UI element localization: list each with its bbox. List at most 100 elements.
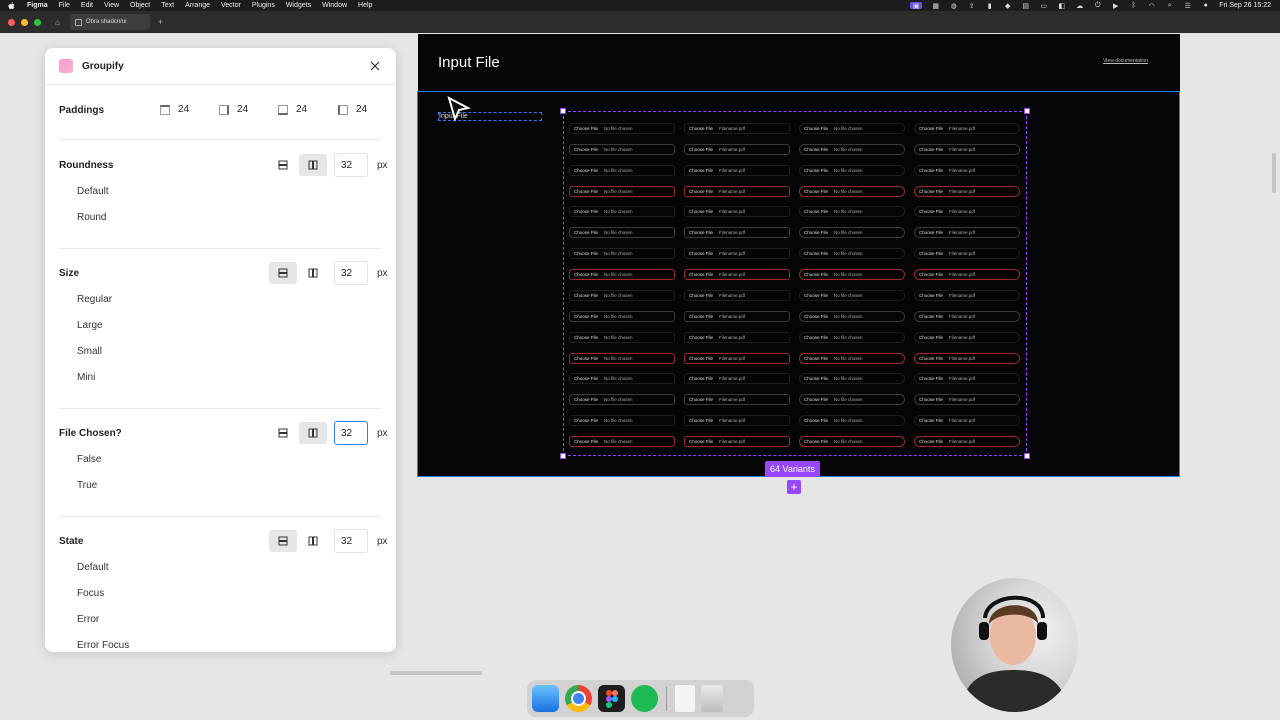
grid-icon[interactable]: ▦ [931,2,940,10]
input-file-variant[interactable]: Choose File Filename.pdf [684,227,790,239]
input-file-variant[interactable]: Choose File No file chosen [799,331,905,343]
siri-icon[interactable]: ● [1201,2,1210,9]
gap-input[interactable]: 32 [334,421,368,445]
option-item[interactable]: Error Focus [77,640,129,651]
layout-vertical-toggle[interactable] [269,422,297,444]
input-file-variant[interactable]: Choose File No file chosen [799,143,905,155]
home-icon[interactable]: ⌂ [55,18,60,27]
window-zoom-button[interactable] [34,18,41,26]
input-file-variant[interactable]: Choose File Filename.pdf [914,394,1020,406]
menu-object[interactable]: Object [130,2,150,9]
menu-window[interactable]: Window [322,2,347,9]
input-file-variant[interactable]: Choose File No file chosen [569,331,675,343]
add-variant-button[interactable]: + [787,480,801,494]
apple-icon[interactable] [8,1,18,10]
input-file-variant[interactable]: Choose File Filename.pdf [684,394,790,406]
option-item[interactable]: True [77,480,97,491]
layout-horizontal-toggle[interactable] [299,422,327,444]
menu-arrange[interactable]: Arrange [185,2,210,9]
menu-widgets[interactable]: Widgets [286,2,311,9]
input-file-variant[interactable]: Choose File No file chosen [799,185,905,197]
play-icon[interactable]: ▶ [1111,2,1120,10]
padding-left-value[interactable]: 24 [356,104,367,115]
input-file-variant[interactable]: Choose File Filename.pdf [684,143,790,155]
input-file-variant[interactable]: Choose File Filename.pdf [914,164,1020,176]
input-file-variant[interactable]: Choose File Filename.pdf [684,122,790,134]
screen-record-icon[interactable]: ▣ [910,2,923,10]
menu-file[interactable]: File [59,2,70,9]
finder-app-icon[interactable] [532,685,559,712]
lock-icon[interactable]: ▤ [1021,2,1030,10]
input-file-variant[interactable]: Choose File No file chosen [799,269,905,281]
resize-handle-top-left[interactable] [560,108,566,114]
layout-vertical-toggle[interactable] [269,530,297,552]
option-item[interactable]: Default [77,562,109,573]
input-file-variant[interactable]: Choose File No file chosen [799,227,905,239]
input-file-variant[interactable]: Choose File Filename.pdf [914,373,1020,385]
tab-file[interactable]: Obra shadcn/ui [69,14,150,30]
new-tab-button[interactable]: + [158,17,163,27]
input-file-variant[interactable]: Choose File Filename.pdf [914,436,1020,448]
menu-plugins[interactable]: Plugins [252,2,275,9]
input-file-variant[interactable]: Choose File No file chosen [569,352,675,364]
view-documentation-link[interactable]: View documentation [1103,58,1148,64]
input-file-variant[interactable]: Choose File Filename.pdf [914,269,1020,281]
option-item[interactable]: Mini [77,372,95,383]
input-file-variant[interactable]: Choose File Filename.pdf [684,415,790,427]
option-item[interactable]: Error [77,614,99,625]
menu-app-name[interactable]: Figma [27,2,48,9]
share-icon[interactable]: ⇪ [967,2,976,10]
input-file-variant[interactable]: Choose File No file chosen [569,310,675,322]
input-file-variant[interactable]: Choose File No file chosen [569,289,675,301]
input-file-variant[interactable]: Choose File No file chosen [569,394,675,406]
monitor-icon[interactable]: ▭ [1039,2,1048,10]
input-file-variant[interactable]: Choose File No file chosen [569,164,675,176]
bluetooth-icon[interactable]: ᛒ [1129,2,1138,9]
resize-handle-bottom-right[interactable] [1024,453,1030,459]
input-file-variant[interactable]: Choose File No file chosen [569,206,675,218]
input-file-variant[interactable]: Choose File No file chosen [799,373,905,385]
option-item[interactable]: Large [77,320,103,331]
input-file-variant[interactable]: Choose File Filename.pdf [914,310,1020,322]
gap-input[interactable]: 32 [334,261,368,285]
close-plugin-button[interactable] [368,59,382,73]
input-file-variant[interactable]: Choose File No file chosen [799,122,905,134]
input-file-frame[interactable]: Input File View documentation Input File… [417,34,1180,477]
input-file-variant[interactable]: Choose File Filename.pdf [914,206,1020,218]
input-file-variant[interactable]: Choose File No file chosen [799,164,905,176]
input-file-variant[interactable]: Choose File Filename.pdf [684,289,790,301]
padding-left-field[interactable]: 24 [338,104,367,115]
padding-bottom-field[interactable]: 24 [278,104,307,115]
window-minimize-button[interactable] [21,18,28,26]
menu-vector[interactable]: Vector [221,2,241,9]
input-file-variant[interactable]: Choose File Filename.pdf [914,289,1020,301]
option-item[interactable]: Focus [77,588,104,599]
input-file-variant[interactable]: Choose File No file chosen [569,269,675,281]
input-file-variant[interactable]: Choose File Filename.pdf [914,185,1020,197]
option-item[interactable]: False [77,454,101,465]
vertical-scrollbar[interactable] [1272,153,1276,193]
padding-right-field[interactable]: 24 [219,104,248,115]
input-file-variant[interactable]: Choose File Filename.pdf [684,248,790,260]
input-file-variant[interactable]: Choose File No file chosen [569,185,675,197]
option-item[interactable]: Round [77,212,106,223]
input-file-variant[interactable]: Choose File Filename.pdf [684,269,790,281]
battery-icon[interactable]: ▮ [985,2,994,10]
input-file-variant[interactable]: Choose File No file chosen [799,206,905,218]
input-file-variant[interactable]: Choose File No file chosen [799,248,905,260]
input-file-variant[interactable]: Choose File Filename.pdf [914,227,1020,239]
input-file-variant[interactable]: Choose File Filename.pdf [684,164,790,176]
camera-icon[interactable]: ◧ [1057,2,1066,10]
window-close-button[interactable] [8,18,15,26]
input-file-variant[interactable]: Choose File Filename.pdf [684,310,790,322]
input-file-variant[interactable]: Choose File No file chosen [799,436,905,448]
input-file-variant[interactable]: Choose File Filename.pdf [684,206,790,218]
input-file-variant[interactable]: Choose File Filename.pdf [684,436,790,448]
input-file-variant[interactable]: Choose File Filename.pdf [684,352,790,364]
menu-edit[interactable]: Edit [81,2,93,9]
input-file-variant[interactable]: Choose File Filename.pdf [684,373,790,385]
trash-icon[interactable] [701,685,723,712]
search-icon[interactable]: ⌕ [1165,2,1174,9]
gap-input[interactable]: 32 [334,529,368,553]
input-file-variant[interactable]: Choose File Filename.pdf [914,415,1020,427]
